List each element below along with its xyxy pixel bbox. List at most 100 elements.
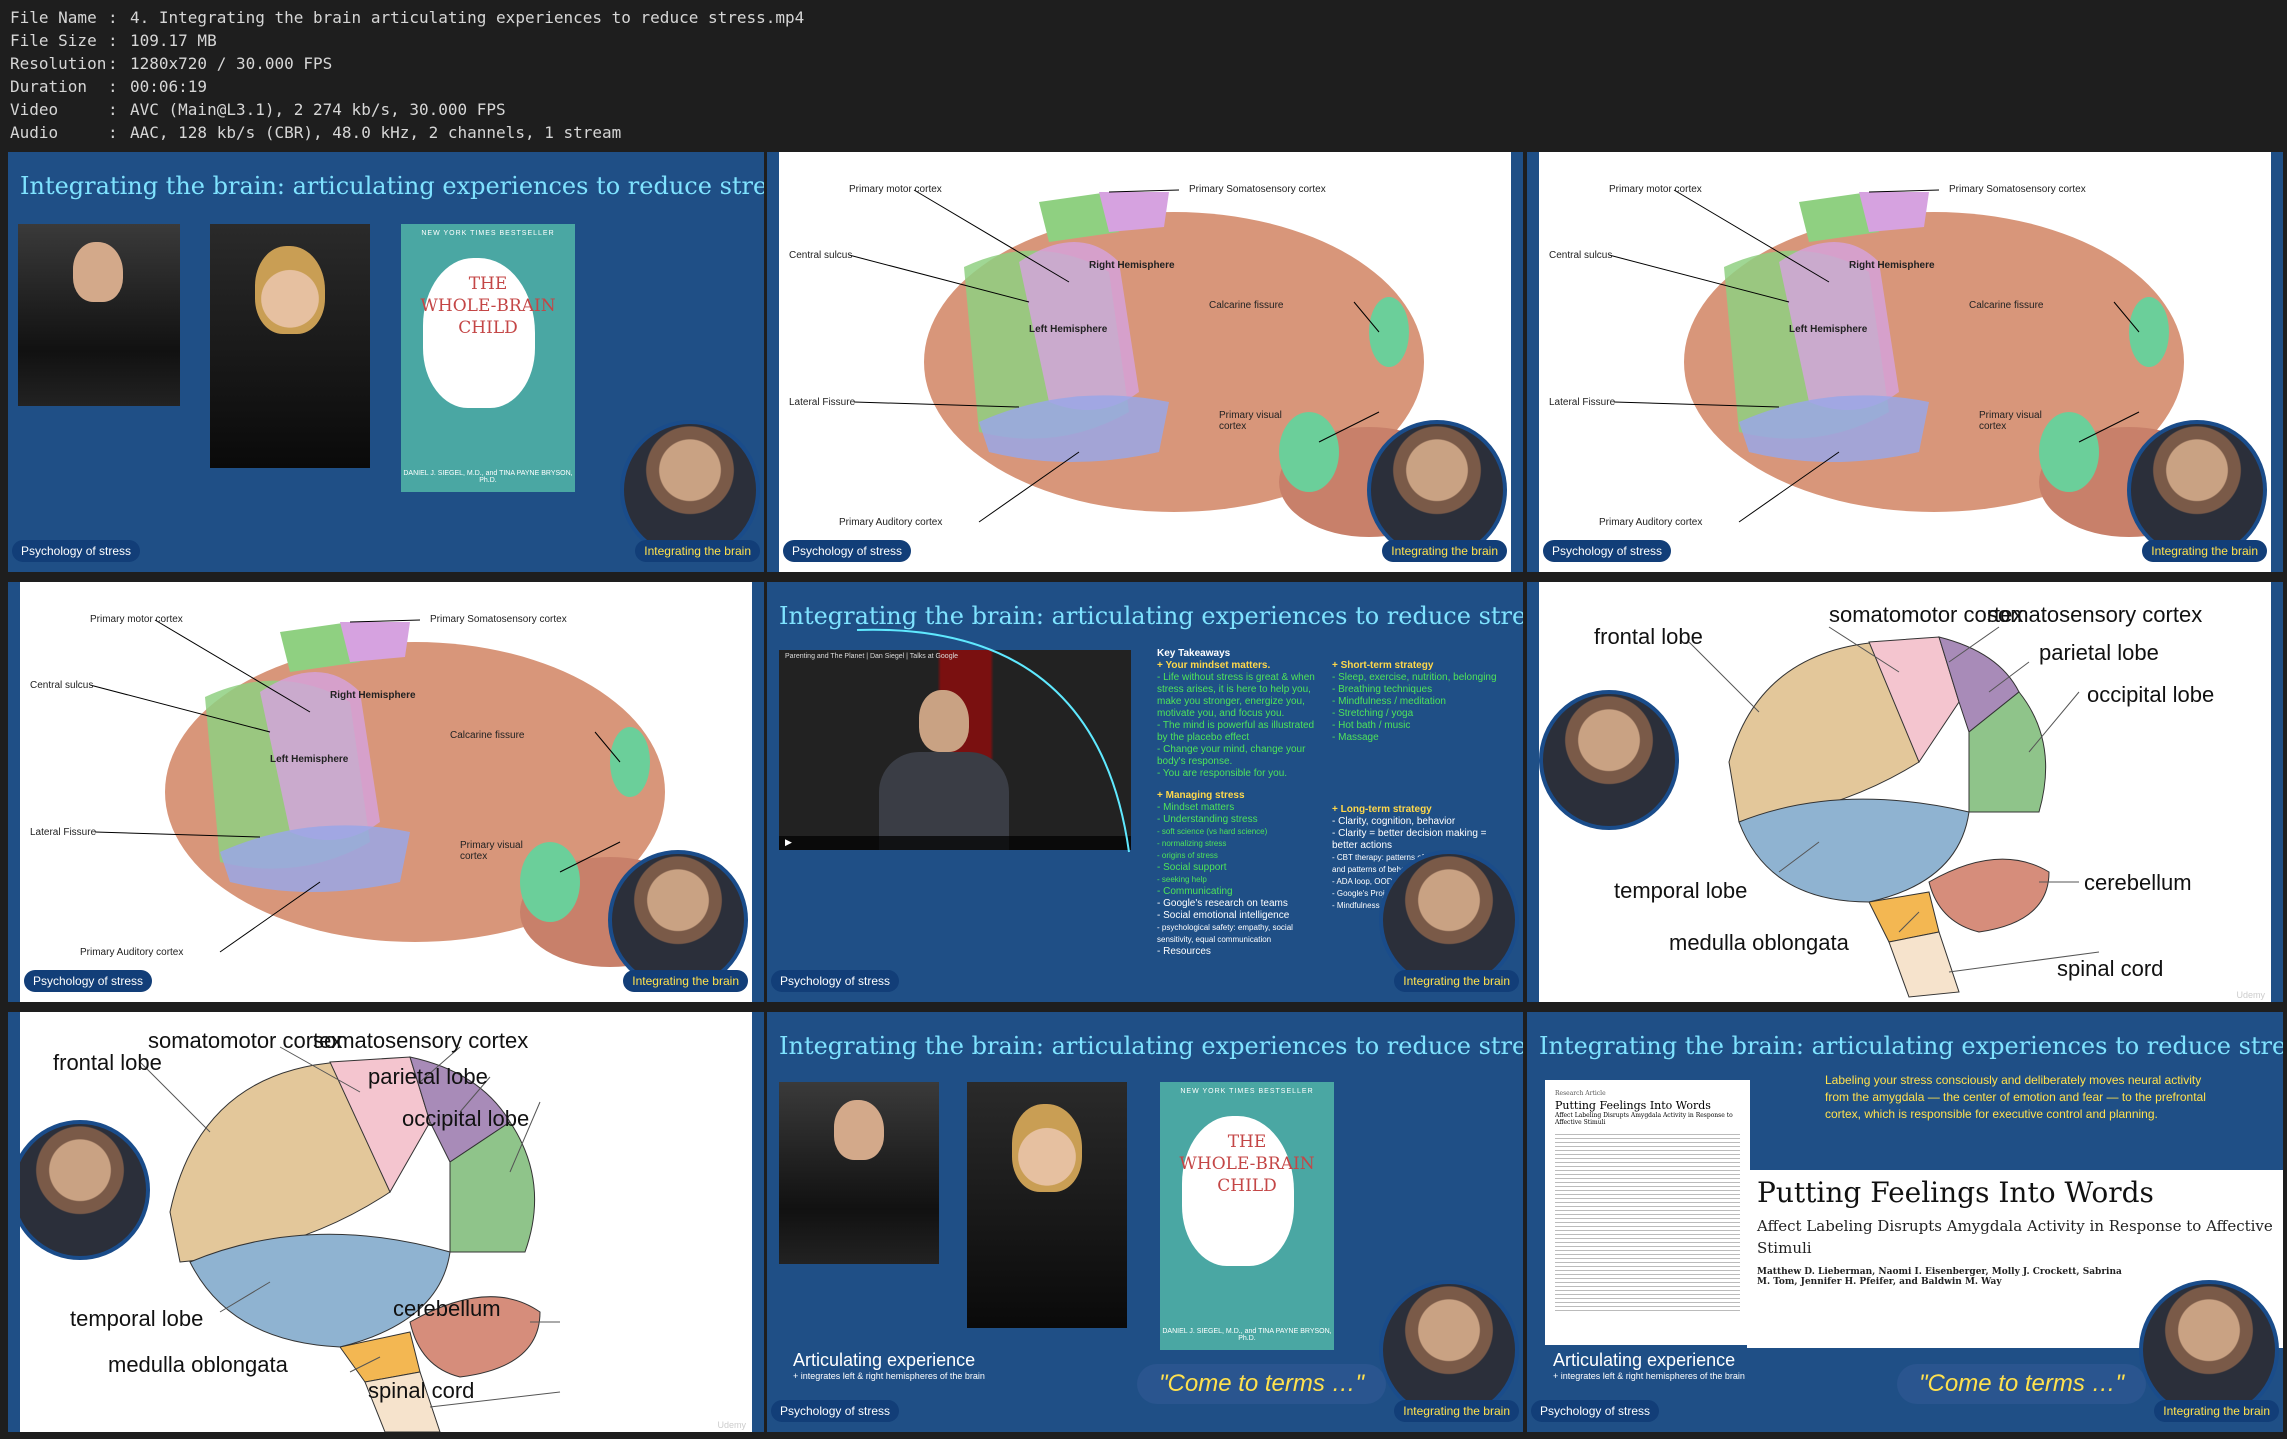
label-cerebellum: cerebellum — [2084, 870, 2192, 895]
takeaway-item: - Stretching / yoga — [1332, 708, 1414, 719]
takeaway-item: - Clarity = better decision making = — [1332, 828, 1487, 839]
takeaway-item: - psychological safety: empathy, social — [1157, 923, 1293, 932]
book-authors: DANIEL J. SIEGEL, M.D., and TINA PAYNE B… — [1162, 1328, 1332, 1342]
footer-course-label: Psychology of stress — [12, 540, 141, 562]
takeaway-item: - You are responsible for you. — [1157, 768, 1288, 779]
label-primary-visual-cortex: Primary visual cortex — [1219, 410, 1282, 432]
meta-row: Resolution:1280x720 / 30.000 FPS — [10, 52, 804, 75]
meta-value: AVC (Main@L3.1), 2 274 kb/s, 30.000 FPS — [130, 100, 506, 119]
quote-bubble: "Come to terms …" — [1137, 1364, 1387, 1404]
book-title: THE WHOLE-BRAIN CHILD — [401, 273, 575, 339]
meta-row: Video: AVC (Main@L3.1), 2 274 kb/s, 30.00… — [10, 98, 804, 121]
label-parietal-lobe: parietal lobe — [368, 1064, 488, 1089]
thumbnail-brain-regions[interactable]: Primary motor cortex Primary Somatosenso… — [767, 152, 1523, 572]
book-badge: NEW YORK TIMES BESTSELLER — [421, 230, 555, 237]
thumbnail-title-slide[interactable]: Integrating the brain: articulating expe… — [8, 152, 764, 572]
book-title-line: CHILD — [458, 318, 518, 338]
book-title-line: THE — [1227, 1132, 1267, 1152]
webcam-presenter — [2127, 420, 2267, 560]
label-right-hemisphere: Right Hemisphere — [1849, 260, 1935, 271]
thumbnail-brain-lobes[interactable]: somatomotor cortex somatosensory cortex … — [1527, 582, 2283, 1002]
face — [1012, 1104, 1082, 1192]
face — [834, 1100, 884, 1160]
webcam-presenter — [608, 850, 748, 990]
highlight-arrow — [857, 628, 1130, 853]
label-central-sulcus: Central sulcus — [789, 250, 853, 261]
udemy-watermark: Udemy — [2236, 990, 2265, 1000]
articulating-title: Articulating experience — [793, 1350, 976, 1370]
takeaway-item: body's response. — [1157, 756, 1233, 767]
footer-course-label: Psychology of stress — [1531, 1400, 1660, 1422]
footer-section-label: Integrating the brain — [623, 970, 748, 992]
book-title: THE WHOLE-BRAIN CHILD — [1160, 1131, 1334, 1197]
label-cerebellum: cerebellum — [393, 1296, 501, 1321]
label-occipital-lobe: occipital lobe — [402, 1106, 530, 1131]
meta-value: 1280x720 / 30.000 FPS — [130, 54, 333, 73]
label-primary-somatosensory-cortex: Primary Somatosensory cortex — [1189, 184, 1326, 195]
meta-value: 109.17 MB — [130, 31, 217, 50]
thumbnail-brain-lobes[interactable]: somatomotor cortex somatosensory cortex … — [8, 1012, 764, 1432]
book-badge: NEW YORK TIMES BESTSELLER — [1180, 1088, 1314, 1095]
book-cover: NEW YORK TIMES BESTSELLER THE WHOLE-BRAI… — [401, 224, 575, 492]
meta-separator: : — [108, 8, 118, 27]
thumbnail-research-paper[interactable]: Integrating the brain: articulating expe… — [1527, 1012, 2283, 1432]
thumbnail-key-takeaways[interactable]: Integrating the brain: articulating expe… — [767, 582, 1523, 1002]
takeaway-item: - Understanding stress — [1157, 814, 1258, 825]
book-cover: NEW YORK TIMES BESTSELLER THE WHOLE-BRAI… — [1160, 1082, 1334, 1350]
slide-title: Integrating the brain: articulating expe… — [779, 1032, 1523, 1060]
paper-body-text — [1555, 1134, 1740, 1314]
takeaway-item: by the placebo effect — [1157, 732, 1250, 743]
footer-course-label: Psychology of stress — [771, 970, 900, 992]
thumbnail-brain-regions[interactable]: Primary motor cortex Primary Somatosenso… — [8, 582, 764, 1002]
takeaway-item: - Mindfulness / meditation — [1332, 696, 1446, 707]
label-primary-motor-cortex: Primary motor cortex — [1609, 184, 1702, 195]
meta-key: Video — [10, 100, 59, 119]
articulating-experience-caption: Articulating experience + integrates lef… — [1553, 1350, 1745, 1381]
label-calcarine-fissure: Calcarine fissure — [1209, 300, 1284, 311]
label-left-hemisphere: Left Hemisphere — [1029, 324, 1108, 335]
label-lateral-fissure: Lateral Fissure — [30, 827, 97, 838]
thumbnail-articulating-experience[interactable]: Integrating the brain: articulating expe… — [767, 1012, 1523, 1432]
label-occipital-lobe: occipital lobe — [2087, 682, 2215, 707]
articulating-experience-caption: Articulating experience + integrates lef… — [793, 1350, 985, 1381]
udemy-watermark: Udemy — [717, 1420, 746, 1430]
takeaway-item: - Clarity, cognition, behavior — [1332, 816, 1456, 827]
takeaway-item: - Social support — [1157, 862, 1227, 873]
label-right-hemisphere: Right Hemisphere — [1089, 260, 1175, 271]
thumbnail-brain-regions[interactable]: Primary motor cortex Primary Somatosenso… — [1527, 152, 2283, 572]
footer-section-label: Integrating the brain — [2142, 540, 2267, 562]
takeaway-item: motivate you, and focus you. — [1157, 708, 1285, 719]
meta-key: Audio — [10, 123, 59, 142]
takeaway-managing: + Managing stress — [1157, 790, 1245, 801]
webcam-presenter — [2139, 1280, 2279, 1420]
takeaway-item: - Sleep, exercise, nutrition, belonging — [1332, 672, 1497, 683]
thumbnail-grid: Integrating the brain: articulating expe… — [0, 150, 2287, 1439]
label-temporal-lobe: temporal lobe — [70, 1306, 204, 1331]
takeaway-item: - Change your mind, change your — [1157, 744, 1306, 755]
meta-row: Duration:00:06:19 — [10, 75, 804, 98]
takeaway-item: - The mind is powerful as illustrated — [1157, 720, 1315, 731]
label-parietal-lobe: parietal lobe — [2039, 640, 2159, 665]
meta-row: Audio: AAC, 128 kb/s (CBR), 48.0 kHz, 2 c… — [10, 121, 804, 144]
articulating-title: Articulating experience — [1553, 1350, 1736, 1370]
label-primary-auditory-cortex: Primary Auditory cortex — [80, 947, 184, 958]
webcam-presenter — [1367, 420, 1507, 560]
book-title-line: WHOLE-BRAIN — [1179, 1154, 1315, 1174]
takeaway-item: - seeking help — [1157, 875, 1207, 884]
articulating-subtitle: + integrates left & right hemispheres of… — [793, 1371, 985, 1381]
paper-subtitle: Affect Labeling Disrupts Amygdala Activi… — [1757, 1217, 2273, 1257]
label-somatosensory-cortex: somatosensory cortex — [313, 1028, 529, 1053]
takeaway-short-term: + Short-term strategy — [1332, 660, 1434, 671]
meta-value: AAC, 128 kb/s (CBR), 48.0 kHz, 2 channel… — [130, 123, 622, 142]
label-right-hemisphere: Right Hemisphere — [330, 690, 416, 701]
footer-course-label: Psychology of stress — [783, 540, 912, 562]
takeaway-item: - Mindset matters — [1157, 802, 1235, 813]
play-icon[interactable]: ▶ — [785, 837, 792, 848]
takeaway-item: - soft science (vs hard science) — [1157, 827, 1268, 836]
takeaway-item: - Hot bath / music — [1332, 720, 1411, 731]
quote-bubble: "Come to terms …" — [1897, 1364, 2147, 1404]
label-primary-auditory-cortex: Primary Auditory cortex — [1599, 517, 1703, 528]
label-spinal-cord: spinal cord — [2057, 956, 2164, 981]
takeaway-item: make you stronger, energize you, — [1157, 696, 1305, 707]
webcam-presenter — [1379, 850, 1519, 990]
